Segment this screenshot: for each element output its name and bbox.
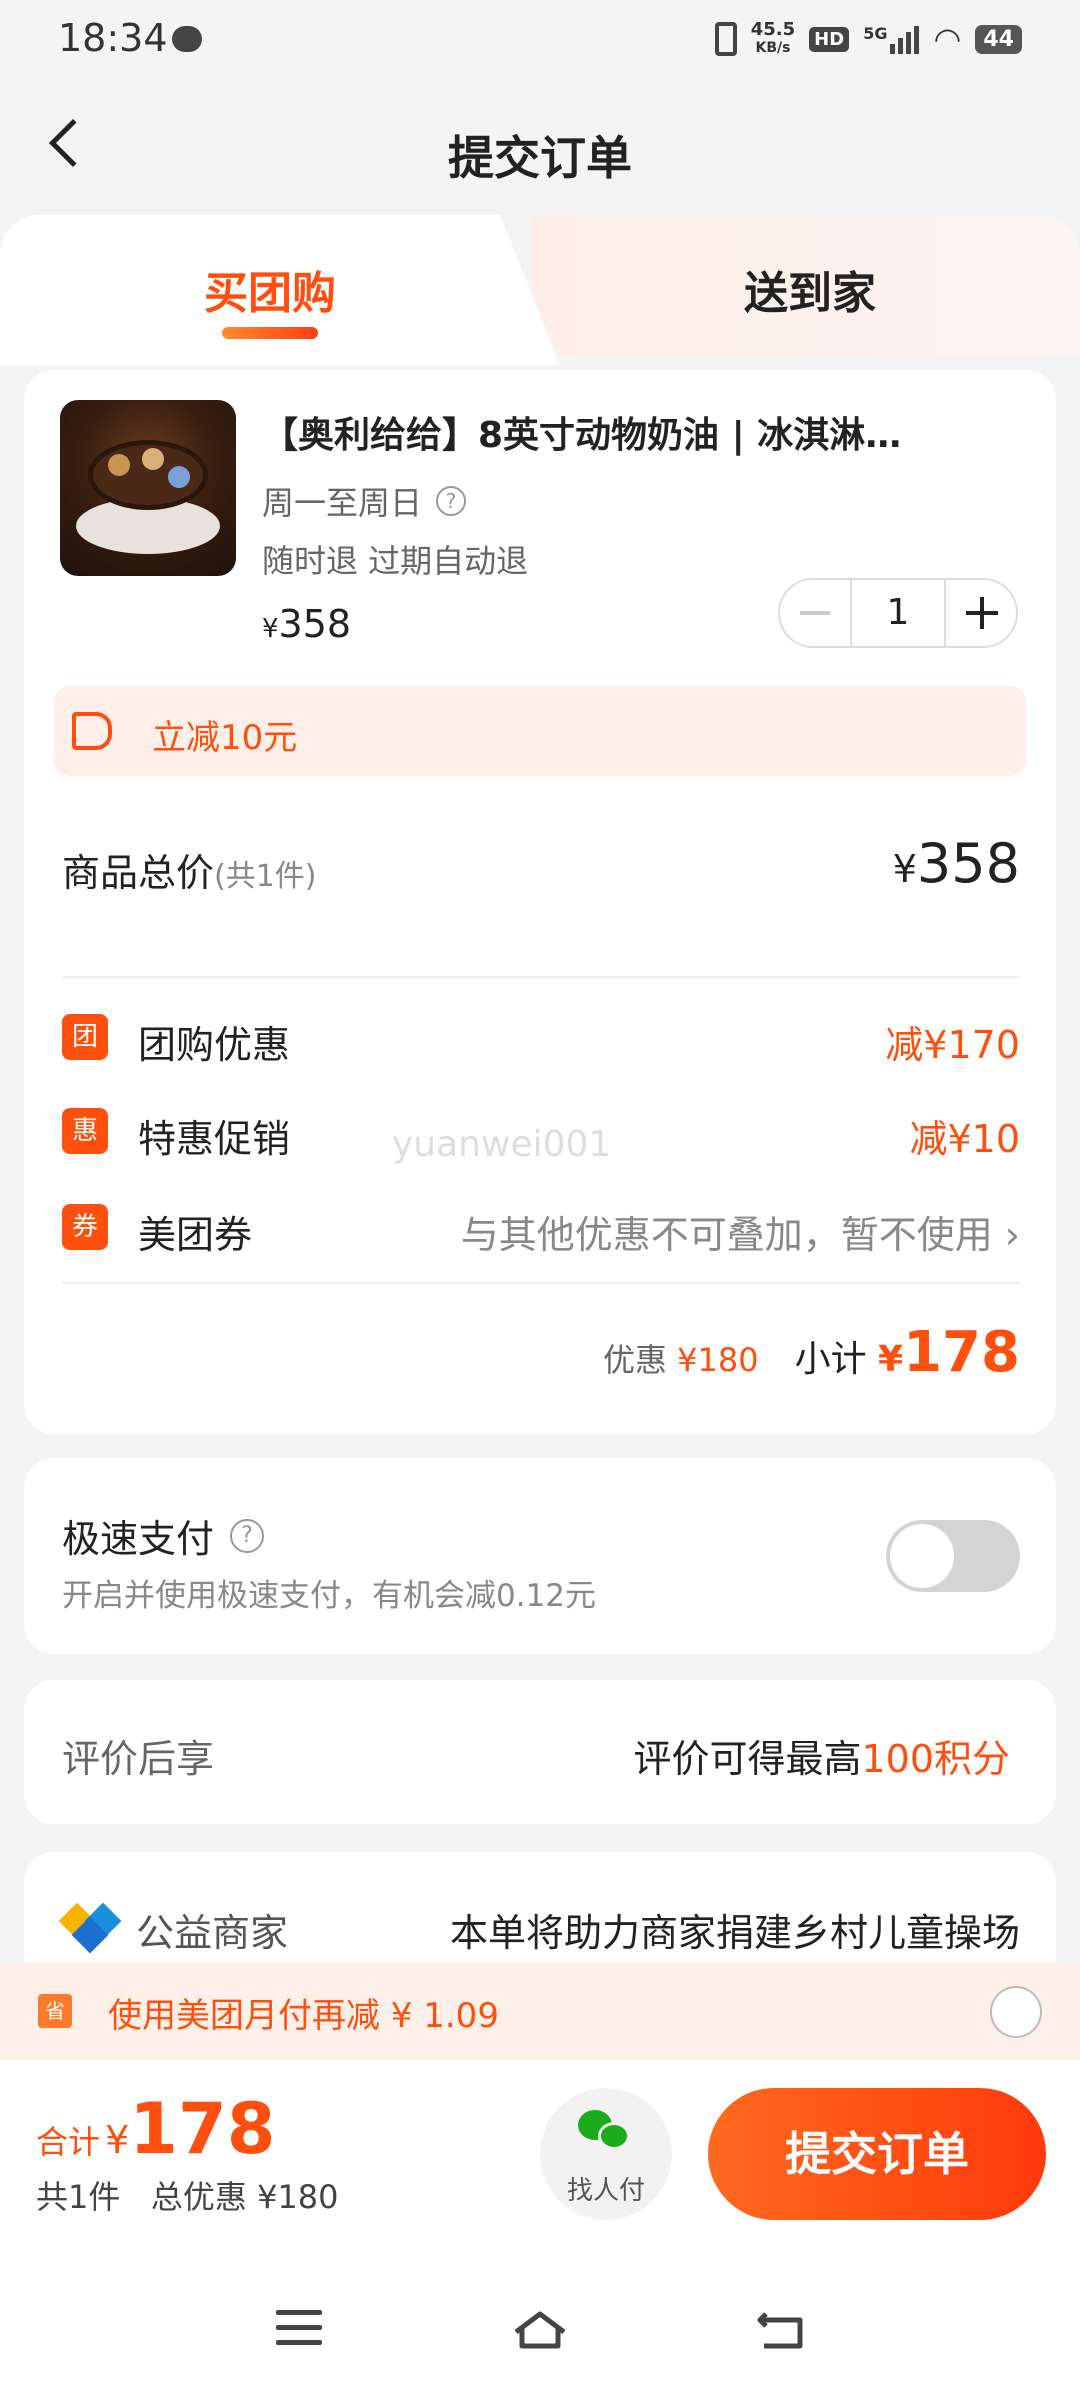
monthly-pay-option[interactable]: 省 使用美团月付再减 ¥ 1.09 — [0, 1962, 1080, 2060]
discount-amount: 减¥170 — [885, 1023, 1020, 1067]
goods-total-row: 商品总价(共1件) ¥358 — [62, 832, 1020, 902]
divider — [62, 976, 1020, 978]
system-nav-bar — [0, 2270, 1080, 2400]
item-count: 共1件 — [36, 2178, 121, 2216]
status-icons: 45.5 KB/s HD 5G ◠ 44 — [714, 20, 1022, 58]
quantity-value[interactable]: 1 — [850, 580, 946, 646]
back-gesture-icon[interactable] — [756, 2310, 806, 2350]
promotion-badge-icon: 惠 — [62, 1108, 108, 1154]
status-bar: 18:34 45.5 KB/s HD 5G ◠ 44 — [0, 0, 1080, 80]
grand-total: 合计 ¥178 — [36, 2088, 275, 2170]
network-type: 5G — [863, 24, 888, 43]
tab-active-indicator — [222, 327, 318, 339]
groupbuy-badge-icon: 团 — [62, 1014, 108, 1060]
discount-total-label: 优惠 — [602, 1341, 667, 1379]
divider — [62, 1282, 1020, 1284]
tab-deliver-home[interactable]: 送到家 — [670, 257, 950, 321]
discount-total: 优惠 ¥180 — [603, 1335, 759, 1381]
help-icon[interactable]: ? — [436, 486, 467, 516]
top-nav: 提交订单 — [0, 100, 1080, 200]
charity-label: 公益商家 — [136, 1911, 289, 1955]
total-label-text: 商品总价 — [62, 851, 215, 895]
fast-pay-toggle[interactable] — [886, 1520, 1020, 1592]
coupon-badge-icon: 券 — [62, 1204, 108, 1250]
total-value-number: 358 — [916, 832, 1020, 895]
decrease-button[interactable] — [780, 580, 850, 646]
coupon-note[interactable]: 与其他优惠不可叠加，暂不使用 › — [461, 1204, 1020, 1259]
subtotal-row: 优惠 ¥180 小计 ¥178 — [603, 1320, 1020, 1385]
discount-row-coupon[interactable]: 券 美团券 与其他优惠不可叠加，暂不使用 › — [62, 1196, 1020, 1259]
submit-order-button[interactable]: 提交订单 — [708, 2088, 1046, 2220]
network-speed-unit: KB/s — [755, 40, 791, 56]
total-discount: 总优惠 ¥180 — [150, 2178, 339, 2216]
fast-pay-title: 极速支付 ? — [62, 1508, 265, 1563]
review-reward: 评价可得最高100积分 — [633, 1728, 1010, 1783]
order-type-tabs: 买团购 送到家 — [0, 215, 1080, 365]
menu-icon[interactable] — [276, 2310, 322, 2346]
page-title: 提交订单 — [448, 131, 632, 185]
wechat-icon — [578, 2106, 634, 2154]
vibrate-icon — [714, 22, 737, 56]
watermark: yuanwei001 — [392, 1124, 612, 1165]
grand-total-value: 178 — [129, 2088, 276, 2170]
status-time: 18:34 — [58, 16, 168, 60]
subtotal-label: 小计 — [794, 1339, 867, 1380]
product-title[interactable]: 【奥利给给】8英寸动物奶油 | 冰淇淋… — [262, 406, 1022, 458]
monthly-pay-radio[interactable] — [990, 1986, 1042, 2038]
fast-pay-description: 开启并使用极速支付，有机会减0.12元 — [62, 1578, 597, 1614]
total-count: (共1件) — [214, 859, 317, 894]
discount-name: 团购优惠 — [138, 1023, 291, 1067]
charity-text: 本单将助力商家捐建乡村儿童操场 — [449, 1911, 1020, 1955]
product-valid-days: 周一至周日 ? — [262, 478, 467, 524]
quantity-stepper: 1 — [778, 578, 1018, 648]
review-reward-card: 评价后享 评价可得最高100积分 — [24, 1680, 1056, 1824]
order-card: 【奥利给给】8英寸动物奶油 | 冰淇淋… 周一至周日 ? 随时退 过期自动退 ¥… — [24, 370, 1056, 1434]
price-symbol: ¥ — [262, 614, 279, 644]
product-refund-tags: 随时退 过期自动退 — [262, 542, 529, 580]
price-value: 358 — [278, 602, 352, 646]
subtotal-symbol: ¥ — [878, 1339, 904, 1380]
hd-icon: HD — [809, 26, 850, 52]
subtotal: 小计 ¥178 — [795, 1320, 1020, 1385]
fast-pay-title-text: 极速支付 — [62, 1517, 215, 1561]
review-reward-prefix: 评价可得最高 — [633, 1737, 862, 1781]
promo-text: 立减10元 — [152, 718, 298, 758]
find-pay-label: 找人付 — [566, 2176, 645, 2206]
grand-total-label: 合计 — [36, 2123, 101, 2161]
help-icon[interactable]: ? — [230, 1518, 265, 1553]
battery-icon: 44 — [975, 24, 1022, 54]
promo-banner: 立减10元 — [54, 686, 1026, 776]
product-image[interactable] — [60, 400, 236, 576]
valid-days-text: 周一至周日 — [262, 484, 423, 522]
monthly-pay-text: 使用美团月付再减 ¥ 1.09 — [108, 1996, 499, 2036]
wifi-icon: ◠ — [933, 20, 962, 58]
increase-button[interactable] — [946, 580, 1016, 646]
message-icon — [172, 26, 202, 52]
tab-group-buy[interactable]: 买团购 — [130, 257, 410, 321]
order-meta: 共1件 总优惠 ¥180 — [36, 2172, 339, 2218]
discount-total-value: ¥180 — [677, 1341, 759, 1379]
discount-name: 美团券 — [138, 1213, 253, 1257]
speaker-icon — [72, 712, 112, 750]
save-icon: 省 — [38, 1994, 72, 2028]
fast-pay-card: 极速支付 ? 开启并使用极速支付，有机会减0.12元 — [24, 1458, 1056, 1654]
discount-row-groupbuy: 团 团购优惠 减¥170 — [62, 1006, 1020, 1067]
toggle-knob — [890, 1524, 954, 1588]
grand-total-symbol: ¥ — [105, 2118, 130, 2162]
goods-total-label: 商品总价(共1件) — [62, 842, 317, 897]
find-someone-pay-button[interactable]: 找人付 — [540, 2088, 672, 2220]
charity-logo-icon — [58, 1902, 122, 1954]
total-symbol: ¥ — [892, 847, 917, 891]
review-reward-points: 100积分 — [861, 1737, 1010, 1781]
discount-amount: 减¥10 — [909, 1117, 1020, 1161]
signal-icon: 5G — [863, 24, 920, 54]
discount-name: 特惠促销 — [138, 1117, 291, 1161]
review-label: 评价后享 — [62, 1737, 215, 1781]
home-icon[interactable] — [512, 2310, 568, 2350]
network-speed-value: 45.5 — [750, 19, 796, 40]
goods-total-value: ¥358 — [893, 832, 1020, 895]
network-speed: 45.5 KB/s — [751, 21, 795, 57]
product-price: ¥358 — [262, 602, 351, 646]
subtotal-value: 178 — [903, 1320, 1020, 1385]
